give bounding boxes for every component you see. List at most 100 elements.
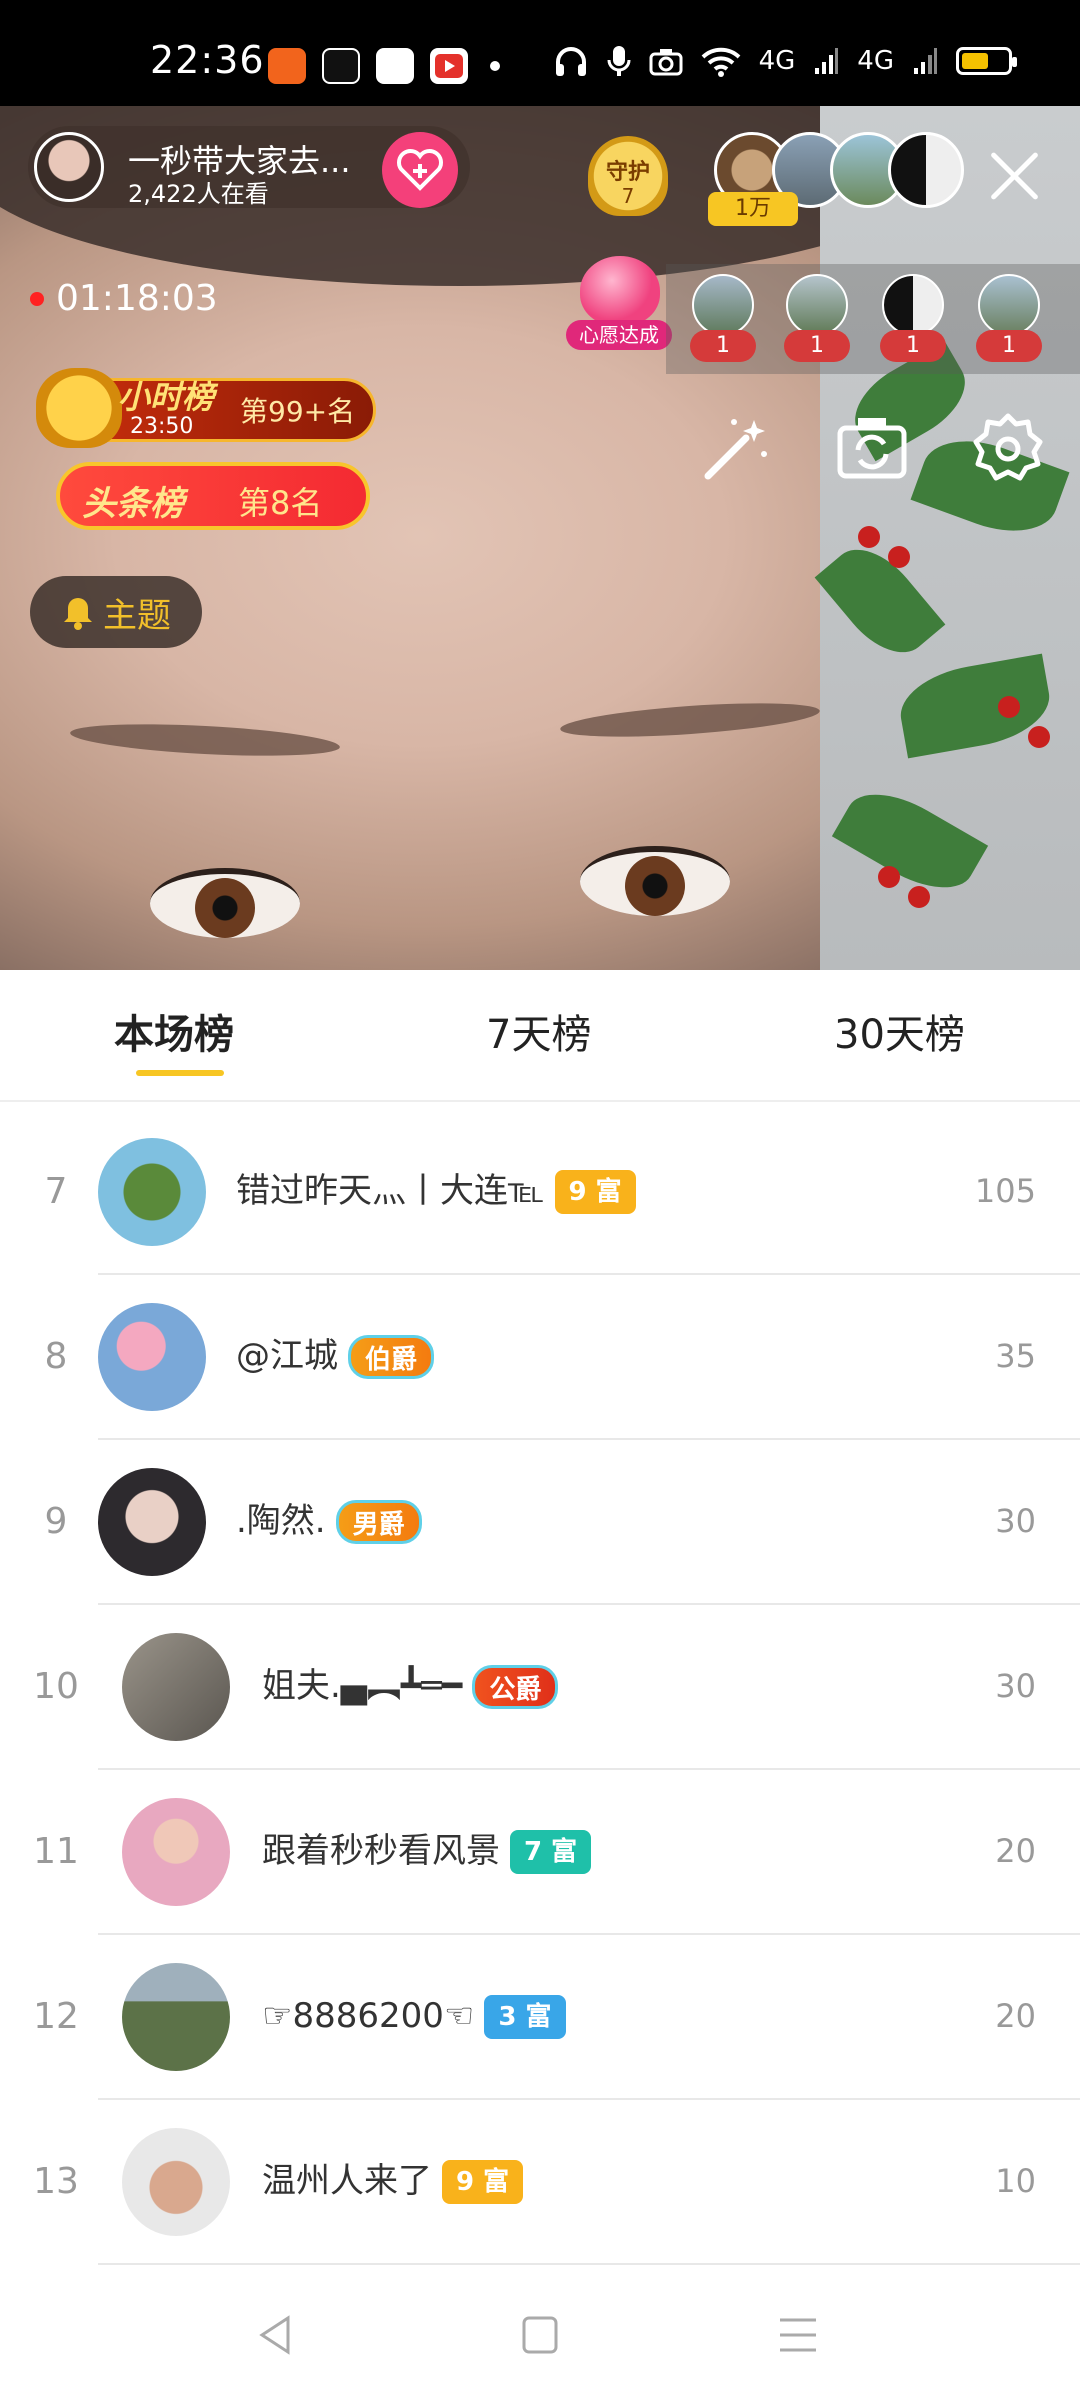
wealth-badge: 9 富 — [442, 2159, 524, 2204]
close-icon[interactable] — [986, 148, 1042, 204]
tab-current-session[interactable]: 本场榜 — [114, 1002, 234, 1060]
rank-number: 8 — [44, 1336, 68, 1377]
rank-number: 10 — [33, 1666, 79, 1707]
guard-count: 7 — [621, 184, 635, 208]
signal-1-icon — [815, 48, 839, 74]
list-item[interactable]: 10 姐夫.▄︻┻═━ 公爵 30 — [0, 1605, 1080, 1770]
tab-30-days[interactable]: 30天榜 — [834, 1002, 965, 1060]
list-item[interactable]: 9 .陶然. 男爵 30 — [0, 1440, 1080, 1605]
mic-guest[interactable]: 1 — [784, 274, 850, 370]
guard-label: 守护 — [605, 160, 650, 185]
system-navigation-bar — [0, 2270, 1080, 2400]
status-bar: 22:36 4G 4G — [0, 0, 1080, 106]
user-name: @江城 — [236, 1336, 338, 1376]
more-notifications-dot — [490, 61, 500, 71]
user-name: ☞8886200☜ — [262, 1996, 475, 2036]
rank-number: 12 — [33, 1996, 79, 2037]
guard-badge[interactable]: 守护 7 — [582, 136, 674, 232]
mic-guest[interactable]: 1 — [690, 274, 756, 370]
host-avatar[interactable] — [34, 132, 104, 202]
wealth-badge: 7 富 — [510, 1829, 592, 1874]
live-timer-value: 01:18:03 — [56, 278, 218, 319]
face-eye-right — [580, 846, 730, 916]
rank-title-badge: 伯爵 — [348, 1334, 435, 1379]
score: 35 — [995, 1337, 1036, 1375]
camera-icon — [649, 49, 683, 76]
signal-label-1: 4G — [758, 46, 796, 76]
score: 20 — [995, 1997, 1036, 2035]
mic-guest-avatar — [692, 274, 754, 336]
rank-number: 7 — [44, 1171, 68, 1212]
background-berry — [1028, 726, 1050, 748]
wealth-badge: 9 富 — [554, 1169, 636, 1214]
avatar[interactable] — [122, 1798, 230, 1906]
recording-dot-icon — [30, 291, 44, 306]
wish-heart-icon — [580, 256, 660, 326]
mic-guests: 1 1 1 1 — [666, 264, 1080, 374]
list-item[interactable]: 12 ☞8886200☜ 3 富 20 — [0, 1935, 1080, 2100]
user-entry: @江城 伯爵 — [236, 1275, 435, 1438]
live-stream-view[interactable]: 一秒带大家去... 2,422人在看 守护 7 1万 01:18:03 心愿达成… — [0, 106, 1080, 970]
menu-icon[interactable] — [768, 2310, 828, 2360]
avatar[interactable] — [122, 1963, 230, 2071]
top-contribution-badge: 1万 — [708, 192, 798, 226]
list-item[interactable]: 11 跟着秒秒看风景 7 富 20 — [0, 1770, 1080, 1935]
user-name: .陶然. — [236, 1501, 326, 1541]
hourly-rank-time: 23:50 — [130, 414, 194, 439]
kuaishou-app-icon — [268, 48, 306, 84]
avatar[interactable] — [98, 1303, 206, 1411]
score: 20 — [995, 1832, 1036, 1870]
magic-wand-icon[interactable] — [698, 410, 774, 486]
home-icon[interactable] — [510, 2310, 570, 2360]
wish-button[interactable]: 心愿达成 — [566, 256, 672, 356]
rank-number: 9 — [44, 1501, 68, 1542]
rank-title-badge: 男爵 — [335, 1499, 422, 1544]
notification-icons — [268, 48, 500, 84]
leaderboard-panel: 本场榜 7天榜 30天榜 7 错过昨天灬丨大连℡ 9 富 105 8 @江城 伯… — [0, 970, 1080, 2400]
trophy-icon — [36, 368, 122, 448]
mic-guest[interactable]: 1 — [976, 274, 1042, 370]
follow-button[interactable] — [382, 132, 458, 208]
avatar[interactable] — [98, 1468, 206, 1576]
headline-rank-badge[interactable]: 头条榜 第8名 — [56, 462, 370, 530]
viewer-count: 2,422人在看 — [128, 180, 269, 208]
score: 10 — [995, 2162, 1036, 2200]
mic-guest-count: 1 — [690, 330, 756, 362]
active-tab-indicator — [136, 1070, 224, 1076]
user-entry: .陶然. 男爵 — [236, 1440, 422, 1603]
wish-label: 心愿达成 — [566, 320, 672, 350]
rank-number: 11 — [33, 1831, 79, 1872]
leaderboard-list: 7 错过昨天灬丨大连℡ 9 富 105 8 @江城 伯爵 35 9 .陶然. 男… — [0, 1110, 1080, 2265]
hourly-rank-value: 第99+名 — [240, 395, 356, 428]
headphones-icon — [555, 47, 586, 76]
tab-7-days[interactable]: 7天榜 — [486, 1002, 591, 1060]
theme-button[interactable]: 主题 — [30, 576, 202, 648]
headline-rank-value: 第8名 — [238, 484, 323, 522]
top-viewer-avatar[interactable] — [888, 132, 964, 208]
mic-guest-avatar — [978, 274, 1040, 336]
system-indicators: 4G 4G — [553, 44, 1017, 78]
user-name: 姐夫.▄︻┻═━ — [262, 1666, 463, 1706]
list-item[interactable]: 13 温州人来了 9 富 10 — [0, 2100, 1080, 2265]
theme-label: 主题 — [103, 595, 171, 636]
mic-guest-avatar — [882, 274, 944, 336]
back-icon[interactable] — [248, 2310, 308, 2360]
avatar[interactable] — [98, 1138, 206, 1246]
signal-2-icon — [914, 48, 937, 74]
video-app-icon — [430, 48, 468, 84]
rank-number: 13 — [33, 2161, 79, 2202]
hourly-rank-badge[interactable]: 小时榜 23:50 第99+名 — [36, 368, 378, 448]
list-item[interactable]: 7 错过昨天灬丨大连℡ 9 富 105 — [0, 1110, 1080, 1275]
mic-guest-count: 1 — [784, 330, 850, 362]
avatar[interactable] — [122, 2128, 230, 2236]
signal-label-2: 4G — [857, 46, 894, 76]
face-brow-right — [559, 696, 821, 744]
mic-guest[interactable]: 1 — [880, 274, 946, 370]
avatar[interactable] — [122, 1633, 230, 1741]
settings-icon[interactable] — [970, 410, 1046, 486]
background-berry — [908, 886, 930, 908]
list-item[interactable]: 8 @江城 伯爵 35 — [0, 1275, 1080, 1440]
camera-switch-icon[interactable] — [834, 410, 910, 486]
background-berry — [998, 696, 1020, 718]
score: 30 — [995, 1502, 1036, 1540]
